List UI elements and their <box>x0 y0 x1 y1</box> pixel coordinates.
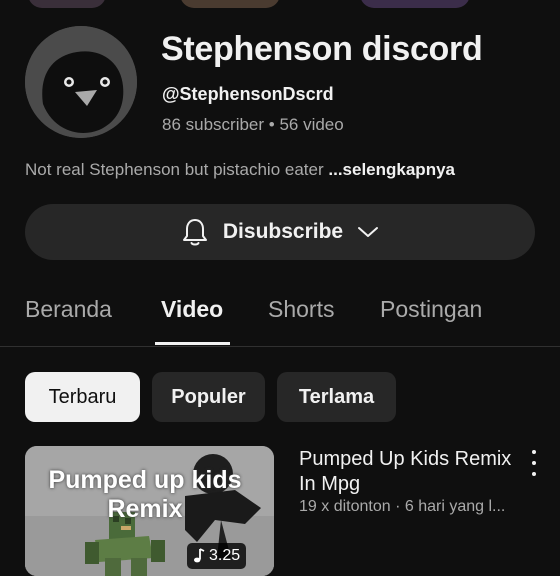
channel-avatar[interactable] <box>25 26 137 138</box>
bird-avatar-icon <box>25 26 137 138</box>
channel-handle: @StephensonDscrd <box>162 84 334 104</box>
channel-description[interactable]: Not real Stephenson but pistachio eater … <box>25 160 455 180</box>
subscribed-label: Disubscribe <box>222 220 344 243</box>
description-text: Not real Stephenson but pistachio eater <box>25 160 329 179</box>
filter-terbaru[interactable]: Terbaru <box>25 372 140 422</box>
channel-name: Stephenson discord <box>161 30 483 68</box>
active-tab-indicator <box>155 342 230 345</box>
subscribed-button[interactable]: Disubscribe <box>25 204 535 260</box>
music-note-icon <box>194 548 205 563</box>
filter-populer[interactable]: Populer <box>152 372 265 422</box>
duration-text: 3.25 <box>209 547 241 564</box>
more-link[interactable]: ...selengkapnya <box>328 160 455 179</box>
more-options-icon[interactable] <box>524 450 544 476</box>
video-meta: 19 x ditonton · 6 hari yang l... <box>299 498 506 515</box>
channel-stats: 86 subscriber • 56 video <box>162 115 344 134</box>
filter-terlama[interactable]: Terlama <box>277 372 396 422</box>
tab-beranda[interactable]: Beranda <box>25 296 112 323</box>
channel-banner <box>0 0 560 8</box>
chevron-down-icon <box>358 227 379 237</box>
tab-shorts[interactable]: Shorts <box>268 296 334 323</box>
video-title[interactable]: Pumped Up Kids Remix In Mpg <box>299 447 519 497</box>
tab-postingan[interactable]: Postingan <box>380 296 482 323</box>
bell-icon <box>182 219 207 246</box>
channel-tabs: Beranda Video Shorts Postingan <box>0 280 560 347</box>
thumbnail-title: Pumped up kids Remix <box>48 466 242 523</box>
tab-video[interactable]: Video <box>161 296 223 323</box>
video-duration: 3.25 <box>187 543 247 569</box>
